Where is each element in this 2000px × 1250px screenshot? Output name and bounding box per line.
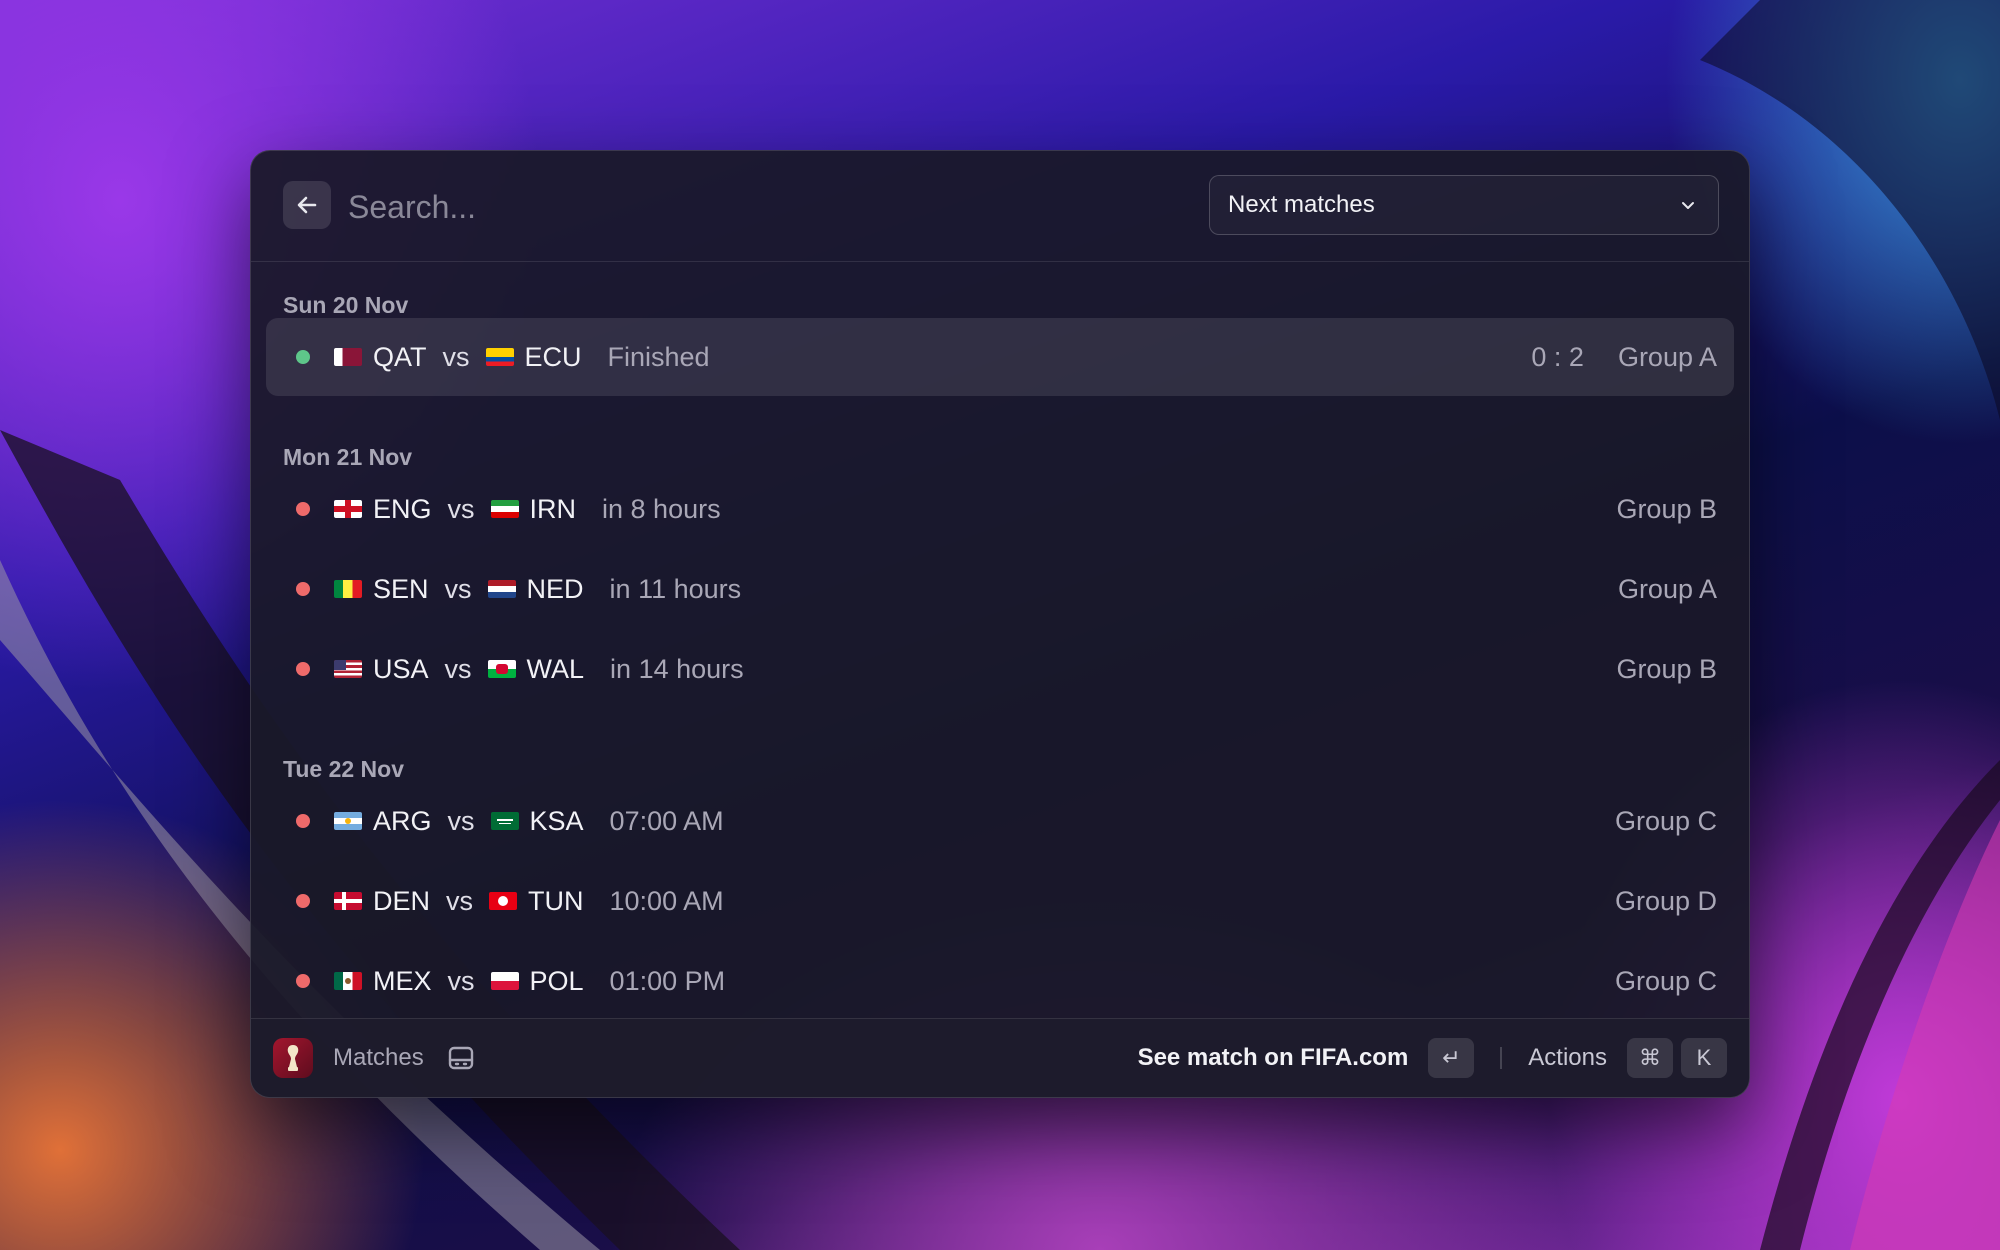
match-list: Sun 20 Nov QAT vs ECU Finished 0 : 2 Group A Mo…	[251, 262, 1749, 1097]
chevron-down-icon	[1682, 202, 1694, 209]
world-cup-app-icon	[273, 1038, 313, 1078]
filter-dropdown[interactable]: Next matches	[1209, 175, 1719, 235]
enter-key: ↵	[1428, 1038, 1475, 1078]
match-status: Finished	[607, 341, 710, 372]
group-label: Group C	[1614, 965, 1717, 996]
away-team: ECU	[524, 341, 582, 372]
wales-flag-icon	[487, 660, 516, 678]
status-dot	[296, 814, 310, 828]
denmark-flag-icon	[334, 892, 362, 910]
vs-label: vs	[446, 885, 474, 916]
group-label: Group D	[1614, 885, 1717, 916]
primary-action-label[interactable]: See match on FIFA.com	[1138, 1044, 1409, 1072]
footer-divider	[1500, 1047, 1503, 1069]
home-team: SEN	[373, 573, 429, 604]
tray-icon	[446, 1043, 476, 1073]
status-dot	[296, 502, 310, 516]
arrow-left-icon	[297, 196, 317, 214]
group-label: Group A	[1617, 573, 1717, 604]
match-row[interactable]: ENG vs IRN in 8 hours Group B	[266, 470, 1734, 548]
match-status: in 14 hours	[610, 653, 744, 684]
action-bar: Matches See match on FIFA.com ↵ Actions …	[251, 1018, 1749, 1097]
section-header: Mon 21 Nov	[283, 444, 413, 470]
match-status: 01:00 PM	[609, 965, 726, 996]
launcher-window: Next matches Sun 20 Nov QAT vs ECU Finished 0…	[250, 150, 1750, 1098]
match-score: 0 : 2	[1531, 341, 1584, 372]
qatar-flag-icon	[334, 348, 362, 366]
group-label: Group B	[1616, 653, 1717, 684]
away-team: WAL	[526, 653, 585, 684]
vs-label: vs	[444, 573, 472, 604]
home-team: MEX	[373, 965, 432, 996]
vs-label: vs	[447, 805, 475, 836]
match-row[interactable]: ARG vs KSA 07:00 AM Group C	[266, 782, 1734, 860]
status-dot	[296, 974, 310, 988]
search-bar: Next matches	[251, 151, 1749, 262]
status-dot	[296, 582, 310, 596]
home-team: QAT	[373, 341, 427, 372]
actions-button[interactable]: Actions	[1528, 1044, 1607, 1072]
section-header: Tue 22 Nov	[283, 756, 404, 782]
england-flag-icon	[334, 500, 362, 518]
filter-dropdown-value: Next matches	[1228, 191, 1375, 218]
vs-label: vs	[442, 341, 470, 372]
status-dot	[296, 662, 310, 676]
home-team: DEN	[373, 885, 431, 916]
ecuador-flag-icon	[485, 348, 514, 366]
match-status: 07:00 AM	[609, 805, 724, 836]
cmd-key: ⌘	[1627, 1038, 1673, 1078]
home-team: USA	[373, 653, 429, 684]
match-row[interactable]: SEN vs NED in 11 hours Group A	[266, 550, 1734, 628]
saudi-arabia-flag-icon	[490, 812, 519, 830]
k-key: K	[1681, 1038, 1727, 1078]
away-team: KSA	[529, 805, 584, 836]
status-dot	[296, 894, 310, 908]
usa-flag-icon	[334, 660, 362, 678]
mexico-flag-icon	[334, 972, 362, 990]
senegal-flag-icon	[334, 580, 362, 598]
vs-label: vs	[447, 965, 475, 996]
vs-label: vs	[447, 493, 475, 524]
argentina-flag-icon	[334, 812, 362, 830]
status-dot	[296, 350, 310, 364]
group-label: Group B	[1616, 493, 1717, 524]
iran-flag-icon	[490, 500, 519, 518]
match-row[interactable]: MEX vs POL 01:00 PM Group C	[266, 942, 1734, 1020]
command-title: Matches	[333, 1044, 424, 1071]
away-team: TUN	[528, 885, 584, 916]
away-team: POL	[529, 965, 584, 996]
match-status: 10:00 AM	[609, 885, 724, 916]
match-row[interactable]: DEN vs TUN 10:00 AM Group D	[266, 862, 1734, 940]
away-team: NED	[526, 573, 584, 604]
match-status: in 8 hours	[602, 493, 721, 524]
vs-label: vs	[444, 653, 472, 684]
section-header: Sun 20 Nov	[283, 292, 409, 318]
group-label: Group C	[1614, 805, 1717, 836]
home-team: ARG	[373, 805, 432, 836]
match-row[interactable]: QAT vs ECU Finished 0 : 2 Group A	[266, 318, 1734, 396]
away-team: IRN	[529, 493, 577, 524]
match-status: in 11 hours	[609, 573, 742, 604]
home-team: ENG	[373, 493, 432, 524]
netherlands-flag-icon	[487, 580, 516, 598]
match-row[interactable]: USA vs WAL in 14 hours Group B	[266, 630, 1734, 708]
poland-flag-icon	[490, 972, 519, 990]
back-button[interactable]	[283, 181, 331, 229]
group-label: Group A	[1617, 341, 1717, 372]
search-input[interactable]	[346, 181, 1050, 233]
tunisia-flag-icon	[489, 892, 518, 910]
